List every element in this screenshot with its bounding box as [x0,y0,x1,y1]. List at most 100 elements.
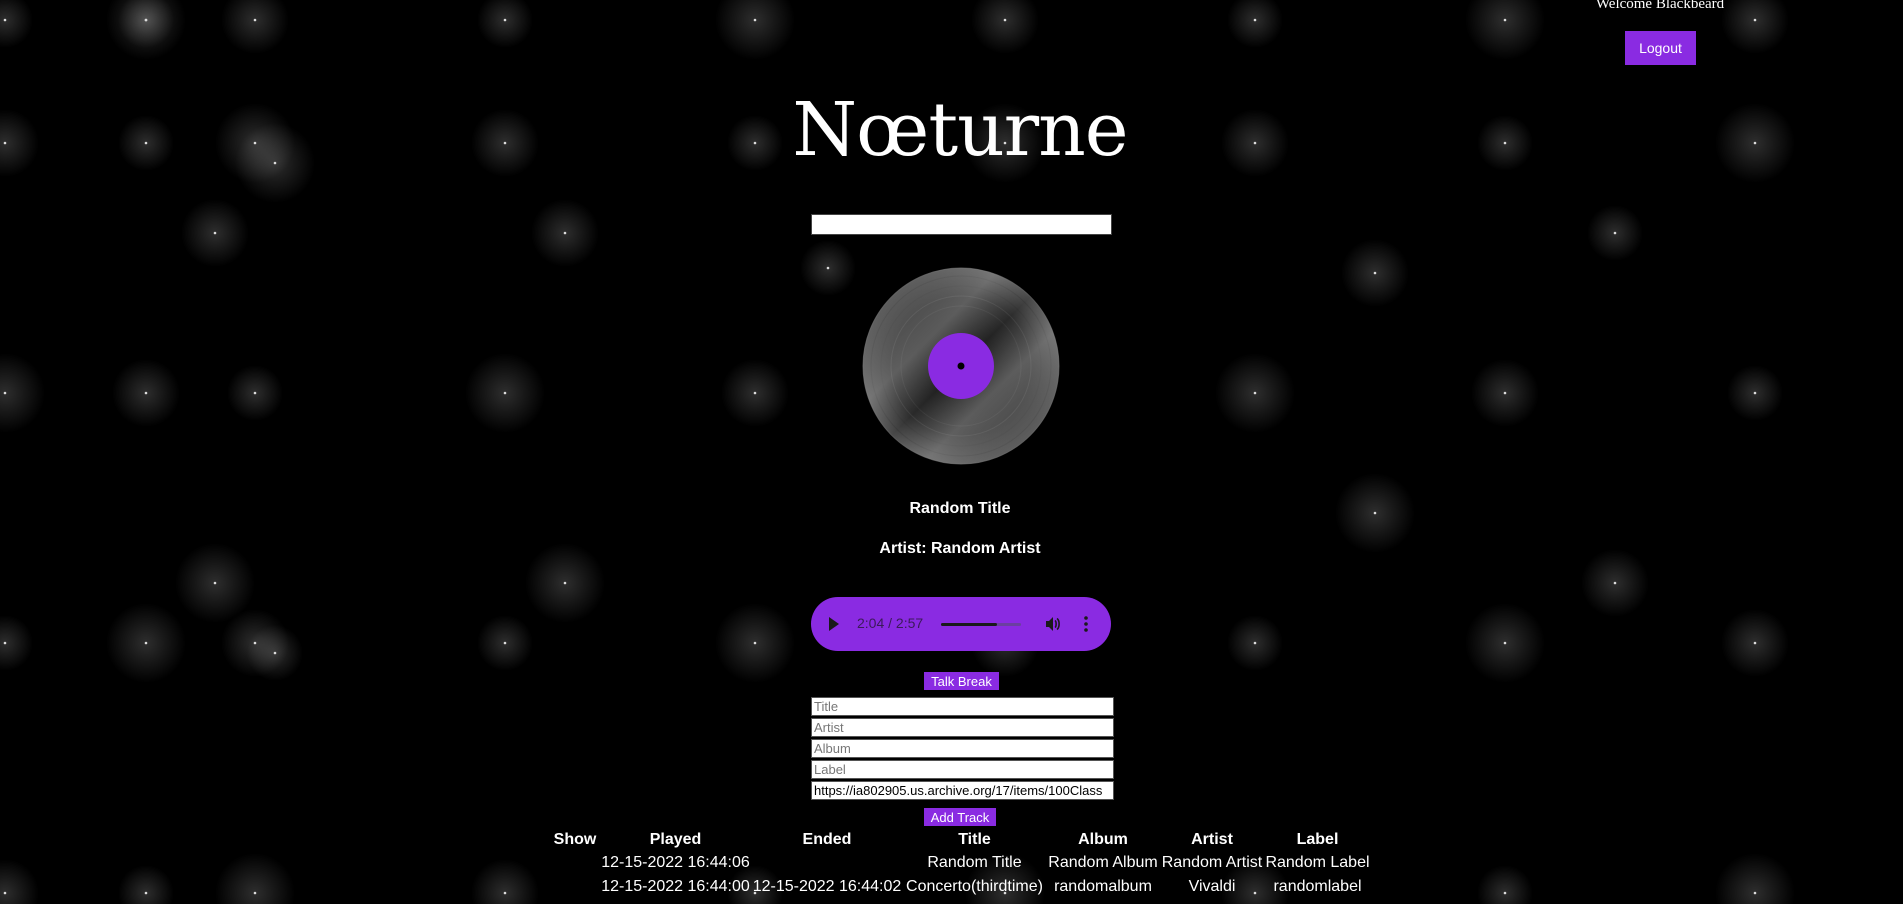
audio-player: 2:04 / 2:57 [811,597,1111,651]
column-header-played: Played [649,831,702,848]
cell-show [551,875,599,899]
star-dot [753,641,757,645]
column-header-artist: Artist [1191,831,1233,848]
history-table: Show Played Ended Title Album Artist Lab… [551,829,1370,899]
star-dot [1613,581,1617,585]
cell-played: 12-15-2022 16:44:00 [601,878,750,895]
star-dot [753,391,757,395]
progress-bar[interactable] [941,623,1021,626]
star-glow [1465,0,1545,60]
star-dot [503,641,507,645]
star-glow [477,0,533,48]
star-glow [1477,865,1533,904]
star-dot [1503,18,1507,22]
progress-fill [941,623,997,626]
cell-show [551,851,599,875]
volume-icon[interactable] [1044,615,1062,633]
cell-label: randomlabel [1273,878,1362,895]
star-dot [1253,641,1257,645]
star-dot [1253,18,1257,22]
star-dot [1753,391,1757,395]
star-glow [471,859,539,904]
star-dot [1503,641,1507,645]
star-dot [1753,141,1757,145]
star-glow [0,353,45,433]
talk-break-button[interactable]: Talk Break [924,672,999,690]
star-dot [273,161,277,165]
cell-album: Random Album [1048,854,1158,871]
star-dot [144,18,148,22]
star-dot [753,141,757,145]
more-vert-icon[interactable] [1083,614,1089,634]
star-dot [144,141,148,145]
star-dot [253,891,257,895]
play-icon[interactable] [829,617,839,631]
star-dot [253,18,257,22]
cell-played: 12-15-2022 16:44:06 [601,854,750,871]
star-glow [0,859,39,904]
search-input[interactable] [811,214,1112,235]
star-dot [3,891,7,895]
column-header-show: Show [553,831,597,848]
star-dot [273,651,277,655]
star-dot [213,231,217,235]
cell-artist: Vivaldi [1188,878,1236,895]
star-glow [971,0,1039,54]
star-glow [1227,0,1283,48]
star-dot [3,641,7,645]
cell-title: Random Title [927,854,1022,871]
column-header-ended: Ended [802,831,852,848]
star-dot [1373,511,1377,515]
table-row: 12-15-2022 16:44:00 12-15-2022 16:44:02 … [551,875,1370,899]
column-header-label: Label [1296,831,1339,848]
star-glow [118,865,174,904]
now-playing-title: Random Title [909,500,1011,517]
star-dot [753,18,757,22]
star-dot [3,18,7,22]
star-glow [0,0,33,48]
star-dot [1503,141,1507,145]
star-dot [563,231,567,235]
star-dot [3,391,7,395]
star-dot [253,391,257,395]
cell-ended [752,851,902,875]
star-dot [1003,18,1007,22]
column-header-title: Title [958,831,991,848]
title-field[interactable] [811,697,1114,716]
label-field[interactable] [811,760,1114,779]
cell-title: Concerto(thirdtime) [906,878,1043,895]
star-dot [144,391,148,395]
star-dot [826,266,830,270]
add-track-button[interactable]: Add Track [924,808,996,826]
logout-button[interactable]: Logout [1625,31,1696,65]
star-glow [1715,853,1795,904]
artist-field[interactable] [811,718,1114,737]
site-logo: Nœturne [792,87,1128,173]
star-glow [221,0,289,54]
star-dot [503,891,507,895]
star-dot [1613,231,1617,235]
star-dot [213,581,217,585]
star-dot [144,891,148,895]
now-playing-artist: Artist: Random Artist [879,540,1041,557]
table-row: 12-15-2022 16:44:06 Random Title Random … [551,851,1370,875]
star-dot [1373,271,1377,275]
star-dot [1253,141,1257,145]
cell-ended: 12-15-2022 16:44:02 [752,878,902,895]
star-dot [3,141,7,145]
vinyl-record-icon [862,267,1060,465]
cell-label: Random Label [1265,854,1370,871]
cell-artist: Random Artist [1161,854,1263,871]
url-field[interactable] [811,781,1114,800]
cell-album: randomalbum [1054,878,1152,895]
star-dot [1753,891,1757,895]
star-glow [715,0,795,60]
star-glow [215,853,295,904]
album-field[interactable] [811,739,1114,758]
star-dot [1503,891,1507,895]
star-dot [563,581,567,585]
table-header-row: Show Played Ended Title Album Artist Lab… [551,829,1370,851]
star-dot [503,18,507,22]
star-dot [1503,391,1507,395]
star-dot [1253,391,1257,395]
